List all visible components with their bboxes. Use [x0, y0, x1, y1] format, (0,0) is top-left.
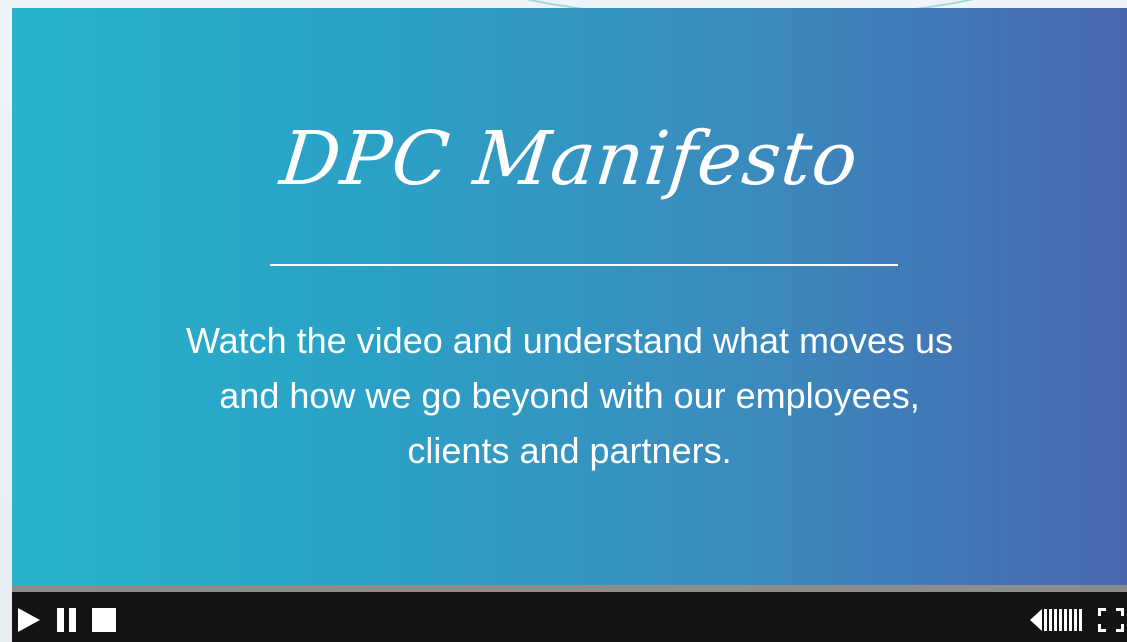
video-subtitle: Watch the video and understand what move… [185, 320, 954, 471]
control-bar [12, 592, 1127, 642]
speaker-shape [1030, 609, 1042, 631]
video-frame[interactable]: DPC Manifesto Watch the video and unders… [12, 8, 1127, 585]
progress-bar[interactable] [12, 585, 1127, 592]
volume-level-bar [1074, 609, 1077, 631]
volume-level-bar [1059, 609, 1062, 631]
fullscreen-corner [1098, 608, 1106, 616]
pause-icon[interactable] [57, 608, 77, 632]
video-title: DPC Manifesto [276, 116, 863, 202]
title-divider [270, 264, 898, 266]
play-icon[interactable] [18, 608, 42, 632]
video-player[interactable]: DPC Manifesto Watch the video and unders… [12, 8, 1127, 642]
fullscreen-corner [1116, 624, 1124, 632]
volume-level-bar [1069, 609, 1072, 631]
fullscreen-corner [1098, 624, 1106, 632]
volume-icon[interactable] [1030, 609, 1090, 631]
volume-level-bar [1054, 609, 1057, 631]
stop-icon[interactable] [92, 608, 116, 632]
volume-level-bar [1064, 609, 1067, 631]
volume-level-bar [1049, 609, 1052, 631]
fullscreen-icon[interactable] [1098, 608, 1124, 632]
volume-level-bar [1079, 609, 1082, 631]
volume-level-bar [1044, 609, 1047, 631]
page-background: DPC Manifesto Watch the video and unders… [0, 0, 1127, 642]
fullscreen-corner [1116, 608, 1124, 616]
